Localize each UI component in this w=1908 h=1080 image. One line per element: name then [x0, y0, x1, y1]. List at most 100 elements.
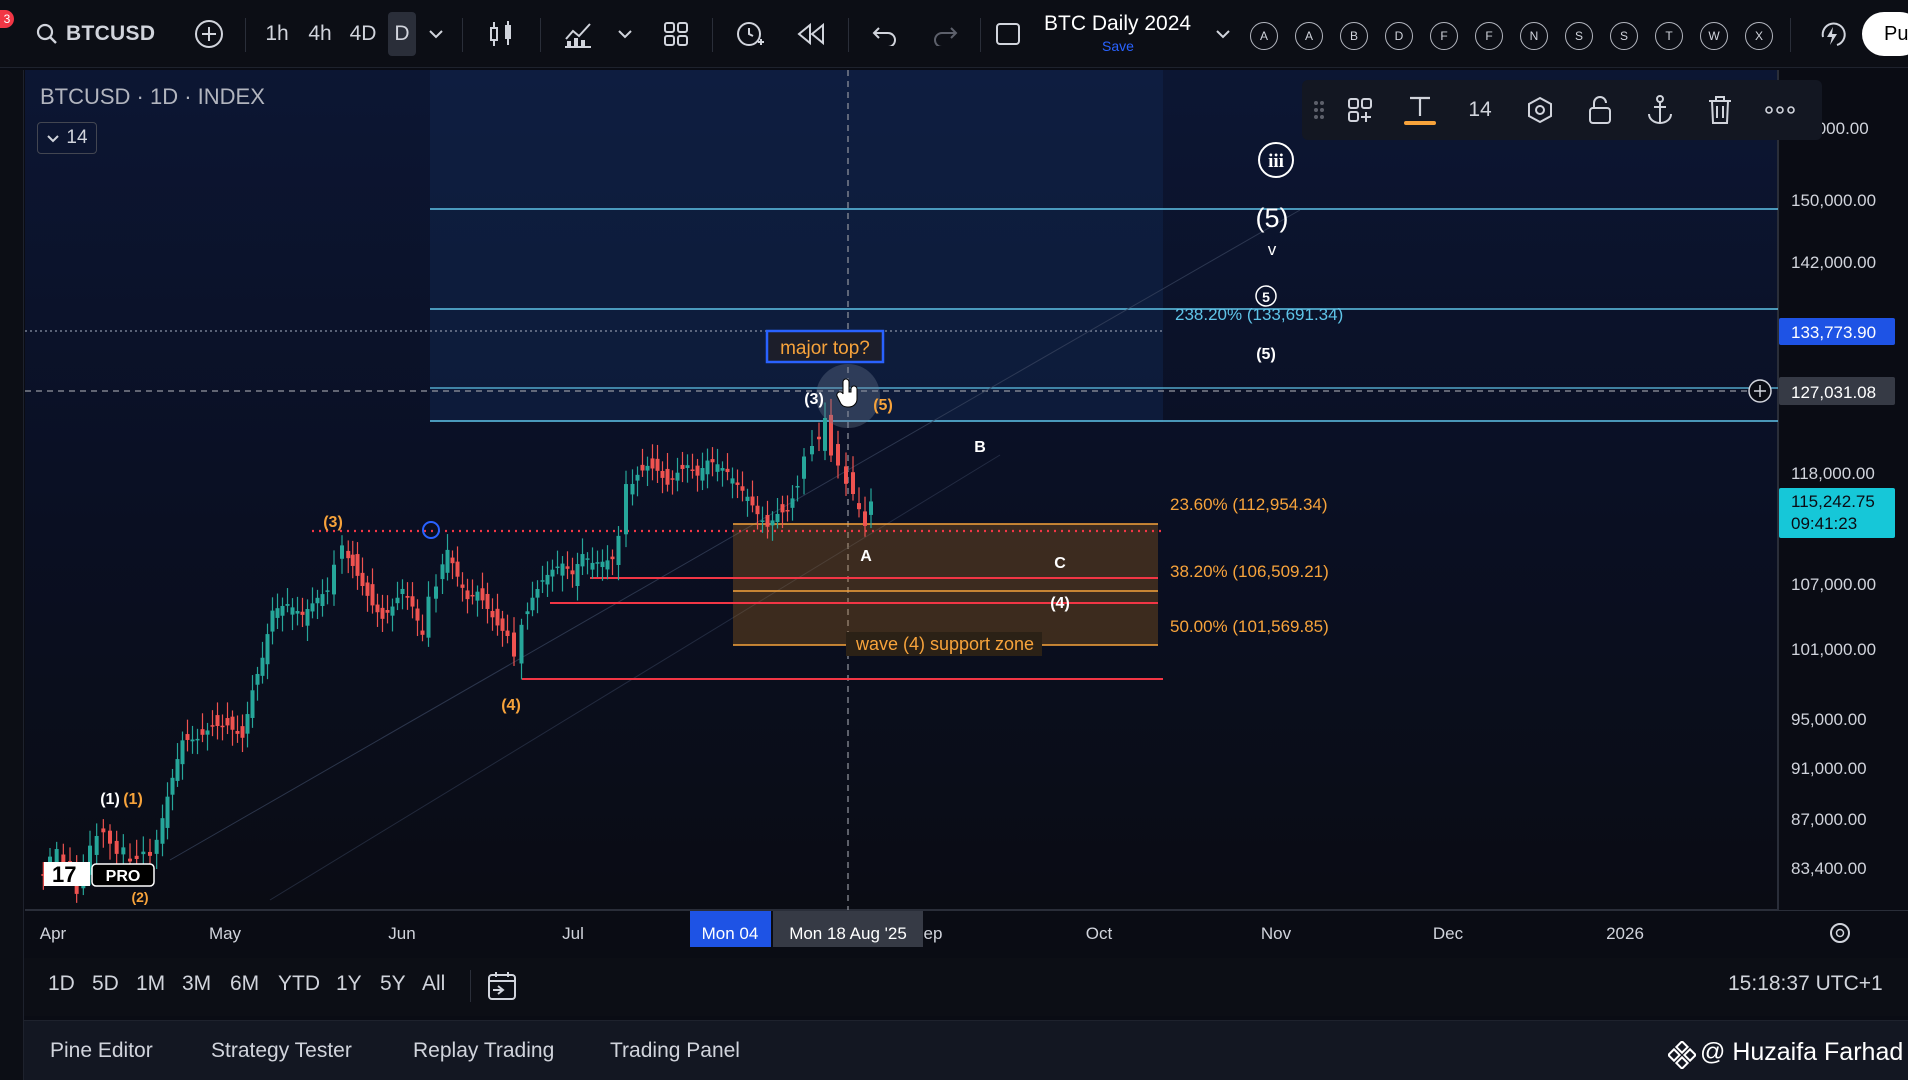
range-6m[interactable]: 6M	[230, 972, 259, 996]
candle-body	[519, 624, 524, 664]
candle-body	[310, 603, 315, 612]
text-color-button[interactable]	[1402, 94, 1438, 126]
wave-3-orange-label: (3)	[323, 514, 343, 531]
candle-body	[300, 611, 305, 615]
fib-extension-shade	[430, 70, 1163, 422]
font-size-button[interactable]: 14	[1462, 94, 1498, 126]
candle-body	[470, 594, 475, 597]
anchor-icon	[1648, 95, 1672, 124]
wave-A-label: A	[860, 548, 872, 565]
x-axis-label: Apr	[40, 924, 67, 943]
anchor-button[interactable]	[1642, 94, 1678, 126]
range-all[interactable]: All	[422, 972, 445, 996]
candle-body	[225, 718, 230, 726]
tab-strategy-tester[interactable]: Strategy Tester	[211, 1039, 352, 1063]
x-axis-label: May	[209, 924, 242, 943]
candle-body	[270, 610, 275, 632]
candle-body	[175, 759, 180, 781]
y-axis-label: 83,400.00	[1791, 859, 1867, 878]
x-axis-label: Jun	[388, 924, 415, 943]
candle-body	[760, 520, 765, 522]
range-3m[interactable]: 3M	[182, 972, 211, 996]
candle-body	[550, 569, 555, 577]
tab-replay-trading[interactable]: Replay Trading	[413, 1039, 554, 1063]
candle-body	[410, 596, 415, 607]
add-to-template-button[interactable]	[1342, 94, 1378, 126]
candle-body	[160, 818, 165, 844]
candle-body	[730, 478, 735, 484]
candle-body	[785, 510, 790, 512]
candle-body	[360, 572, 365, 586]
candle-body	[640, 464, 645, 471]
y-axis-label: 101,000.00	[1791, 640, 1876, 659]
range-1d[interactable]: 1D	[48, 972, 75, 996]
settings-button[interactable]	[1522, 94, 1558, 126]
tab-pine-editor[interactable]: Pine Editor	[50, 1039, 153, 1063]
template-grid-icon	[1348, 98, 1372, 122]
candle-body	[575, 564, 580, 586]
tradingview-pro-logo: 17 PRO	[44, 862, 155, 887]
wave-5-circle-label: 5	[1262, 289, 1270, 305]
binance-logo-icon	[1668, 1041, 1696, 1069]
candle-body	[485, 593, 490, 609]
wave-1-orange-label: (1)	[123, 791, 143, 808]
fib-label-238: 238.20% (133,691.34)	[1175, 305, 1343, 324]
candle-body	[665, 468, 670, 485]
x-axis-label: Oct	[1086, 924, 1113, 943]
y-axis-label: 142,000.00	[1791, 253, 1876, 272]
candle-body	[315, 597, 320, 604]
go-to-date-button[interactable]	[486, 970, 520, 1007]
range-ytd[interactable]: YTD	[278, 972, 320, 996]
candle-body	[305, 609, 310, 626]
candle-body	[735, 482, 740, 485]
wave-5-orange-label: (5)	[873, 397, 893, 414]
candle-body	[285, 604, 290, 606]
more-options-button[interactable]	[1762, 94, 1798, 126]
tab-trading-panel[interactable]: Trading Panel	[610, 1039, 740, 1063]
range-1m[interactable]: 1M	[136, 972, 165, 996]
candle-body	[610, 556, 615, 560]
svg-text:17: 17	[52, 862, 76, 887]
candle-body	[405, 595, 410, 598]
wave-5-big-label: (5)	[1256, 203, 1289, 233]
candle-body	[320, 594, 325, 606]
bottom-panel-bar: Pine Editor Strategy Tester Replay Tradi…	[24, 1020, 1908, 1080]
candle-body	[600, 561, 605, 568]
range-5y[interactable]: 5Y	[380, 972, 406, 996]
candle-body	[823, 417, 827, 451]
candle-body	[844, 466, 848, 484]
unlock-icon	[1589, 96, 1611, 124]
candle-body	[705, 460, 710, 475]
range-5d[interactable]: 5D	[92, 972, 119, 996]
candle-body	[605, 560, 610, 570]
candle-body	[745, 496, 750, 501]
candle-body	[817, 436, 821, 440]
drawing-floating-toolbar: 14	[1302, 80, 1822, 140]
delete-button[interactable]	[1702, 94, 1738, 126]
lock-button[interactable]	[1582, 94, 1618, 126]
candle-body	[660, 470, 665, 478]
candle-body	[616, 535, 621, 565]
chart-title: BTCUSD · 1D · INDEX	[40, 84, 265, 109]
drag-handle-icon[interactable]	[1310, 94, 1328, 126]
range-1y[interactable]: 1Y	[336, 972, 362, 996]
candle-body	[350, 554, 355, 566]
utc-clock[interactable]: 15:18:37 UTC+1	[1728, 972, 1883, 996]
candle-body	[770, 520, 775, 526]
candle-body	[148, 851, 152, 856]
indicator-legend-toggle[interactable]: 14	[37, 122, 97, 154]
candle-body	[512, 632, 516, 657]
wave-C-label: C	[1054, 555, 1066, 572]
price-chart[interactable]: major top? wave (4) support zone 238.20%…	[0, 0, 1908, 1080]
candle-body	[580, 554, 585, 567]
support-zone-label: wave (4) support zone	[855, 634, 1034, 654]
candle-body	[445, 549, 450, 573]
candle-body	[370, 584, 375, 606]
candle-body	[863, 511, 867, 526]
candle-body	[426, 596, 431, 638]
x-axis-label: ep	[924, 924, 943, 943]
price-label-countdown: 09:41:23	[1791, 514, 1857, 533]
candle-body	[525, 611, 530, 615]
wave-iii-label: iii	[1268, 151, 1284, 172]
candle-body	[836, 444, 840, 466]
